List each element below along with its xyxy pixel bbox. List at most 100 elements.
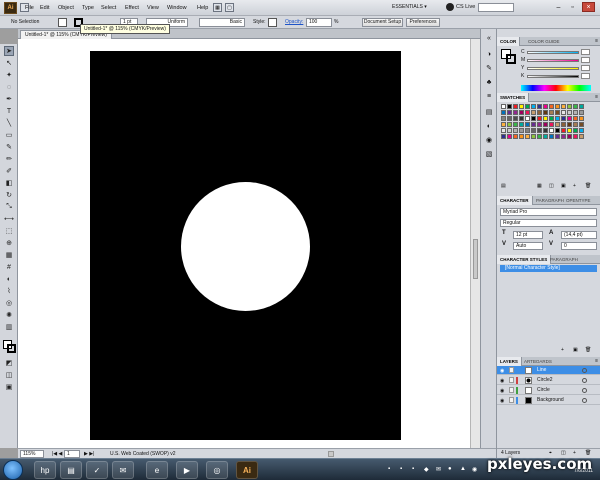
tab-swatches[interactable]: SWATCHES [497, 93, 530, 102]
pencil-tool-icon[interactable]: ✏ [4, 154, 14, 164]
tray-icon[interactable]: ◆ [424, 466, 429, 473]
delete-style-icon[interactable]: 🗑 [585, 347, 591, 353]
start-button-icon[interactable] [3, 460, 23, 480]
font-family-field[interactable]: Myriad Pro [500, 208, 597, 216]
black-slider[interactable]: K [521, 73, 591, 79]
cyan-bar[interactable] [527, 51, 579, 54]
graphic-styles-panel-icon[interactable]: ▧ [484, 149, 494, 159]
swatch-chip[interactable] [543, 128, 548, 133]
swatch-chip[interactable] [573, 122, 578, 127]
help-search-input[interactable] [478, 3, 514, 12]
swatch-chip[interactable] [579, 122, 584, 127]
blob-brush-tool-icon[interactable]: ✐ [4, 166, 14, 176]
magic-wand-tool-icon[interactable]: ✦ [4, 70, 14, 80]
paintbrush-tool-icon[interactable]: ✎ [4, 142, 14, 152]
swatch-options-icon[interactable]: ◫ [549, 183, 554, 189]
swatch-chip[interactable] [573, 110, 578, 115]
visibility-eye-icon[interactable]: ◉ [500, 388, 504, 394]
menu-object[interactable]: Object [58, 5, 74, 11]
target-circle-icon[interactable] [582, 388, 587, 393]
tab-paragraph-styles[interactable]: PARAGRAPH [547, 255, 581, 264]
tray-icon[interactable]: ▲ [460, 466, 466, 472]
swatch-chip[interactable] [501, 128, 506, 133]
swatch-chip[interactable] [519, 110, 524, 115]
swatch-chip[interactable] [513, 116, 518, 121]
swatch-chip[interactable] [555, 104, 560, 109]
black-bar[interactable] [527, 75, 579, 78]
tab-artboards[interactable]: ARTBOARDS [521, 357, 555, 366]
swatch-chip[interactable] [513, 128, 518, 133]
swatch-chip[interactable] [501, 116, 506, 121]
preferences-button[interactable]: Preferences [406, 18, 440, 27]
swatch-chip[interactable] [573, 116, 578, 121]
swatch-chip[interactable] [513, 122, 518, 127]
swatch-chip[interactable] [579, 104, 584, 109]
swatch-chip[interactable] [519, 134, 524, 139]
swatch-chip[interactable] [549, 104, 554, 109]
blend-tool-icon[interactable]: ◎ [4, 298, 14, 308]
swatch-chip[interactable] [531, 134, 536, 139]
swatch-chip[interactable] [543, 116, 548, 121]
brush-definition[interactable]: Basic [199, 18, 245, 27]
swatch-chip[interactable] [543, 110, 548, 115]
swatch-chip[interactable] [519, 122, 524, 127]
swatch-chip[interactable] [519, 116, 524, 121]
swatch-chip[interactable] [573, 128, 578, 133]
magenta-value[interactable] [581, 57, 590, 63]
swatch-chip[interactable] [525, 128, 530, 133]
swatch-chip[interactable] [531, 116, 536, 121]
layer-name[interactable]: Background [537, 397, 564, 403]
target-circle-icon[interactable] [582, 368, 587, 373]
tab-layers[interactable]: LAYERS [497, 357, 522, 366]
layers-menu-icon[interactable]: ≡ [595, 358, 598, 364]
normal-character-style-item[interactable]: [Normal Character Style] [500, 265, 597, 272]
swatch-chip[interactable] [543, 122, 548, 127]
app-icon[interactable]: ◎ [206, 461, 228, 479]
swatch-chip[interactable] [579, 134, 584, 139]
layer-row[interactable]: ◉ Circle2 [497, 376, 600, 385]
type-tool-icon[interactable]: T [4, 106, 14, 116]
lock-toggle[interactable] [509, 397, 514, 403]
opacity-field[interactable]: 100 [306, 18, 332, 27]
swatch-libraries-icon[interactable]: ▤ [501, 183, 506, 189]
tab-opentype[interactable]: OPENTYPE [563, 196, 594, 205]
delete-swatch-icon[interactable]: 🗑 [585, 183, 591, 189]
shape-builder-tool-icon[interactable]: ⊕ [4, 238, 14, 248]
gradient-tool-icon[interactable]: ◐ [4, 274, 14, 284]
close-button[interactable]: × [582, 2, 595, 12]
lock-toggle[interactable] [509, 387, 514, 393]
yellow-bar[interactable] [527, 67, 579, 70]
artboard-number-field[interactable]: 1 [64, 450, 80, 458]
yellow-value[interactable] [581, 65, 590, 71]
visibility-eye-icon[interactable]: ◉ [500, 398, 504, 404]
new-color-group-icon[interactable]: ▣ [561, 183, 566, 189]
appearance-panel-icon[interactable]: ◉ [484, 135, 494, 145]
symbols-panel-icon[interactable]: ♣ [484, 77, 494, 87]
swatch-chip[interactable] [519, 104, 524, 109]
lock-toggle[interactable] [509, 377, 514, 383]
swatch-chip[interactable] [555, 116, 560, 121]
illustrator-icon[interactable]: Ai [236, 461, 258, 479]
visibility-eye-icon[interactable]: ◉ [500, 378, 504, 384]
color-fill-stroke-icon[interactable] [501, 49, 517, 65]
swatch-chip[interactable] [525, 116, 530, 121]
swatch-chip[interactable] [549, 110, 554, 115]
swatch-chip[interactable] [567, 110, 572, 115]
outlook-icon[interactable]: ✓ [86, 461, 108, 479]
next-artboard-icon[interactable]: ▶ ▶| [84, 451, 94, 457]
swatch-grid[interactable] [501, 104, 589, 141]
swatch-chip[interactable] [513, 134, 518, 139]
layer-name[interactable]: Line [537, 367, 546, 373]
swatch-chip[interactable] [501, 122, 506, 127]
lasso-tool-icon[interactable]: ◌ [4, 82, 14, 92]
menu-view[interactable]: View [147, 5, 159, 11]
free-transform-tool-icon[interactable]: ⬚ [4, 226, 14, 236]
media-icon[interactable]: ▶ [176, 461, 198, 479]
swatch-chip[interactable] [555, 134, 560, 139]
target-circle-icon[interactable] [582, 378, 587, 383]
drawing-mode-icon[interactable]: ◫ [4, 370, 14, 380]
stroke-box[interactable] [7, 344, 16, 353]
swatch-chip[interactable] [567, 122, 572, 127]
cyan-slider[interactable]: C [521, 49, 591, 55]
color-profile-status[interactable]: U.S. Web Coated (SWOP) v2 [110, 451, 175, 457]
